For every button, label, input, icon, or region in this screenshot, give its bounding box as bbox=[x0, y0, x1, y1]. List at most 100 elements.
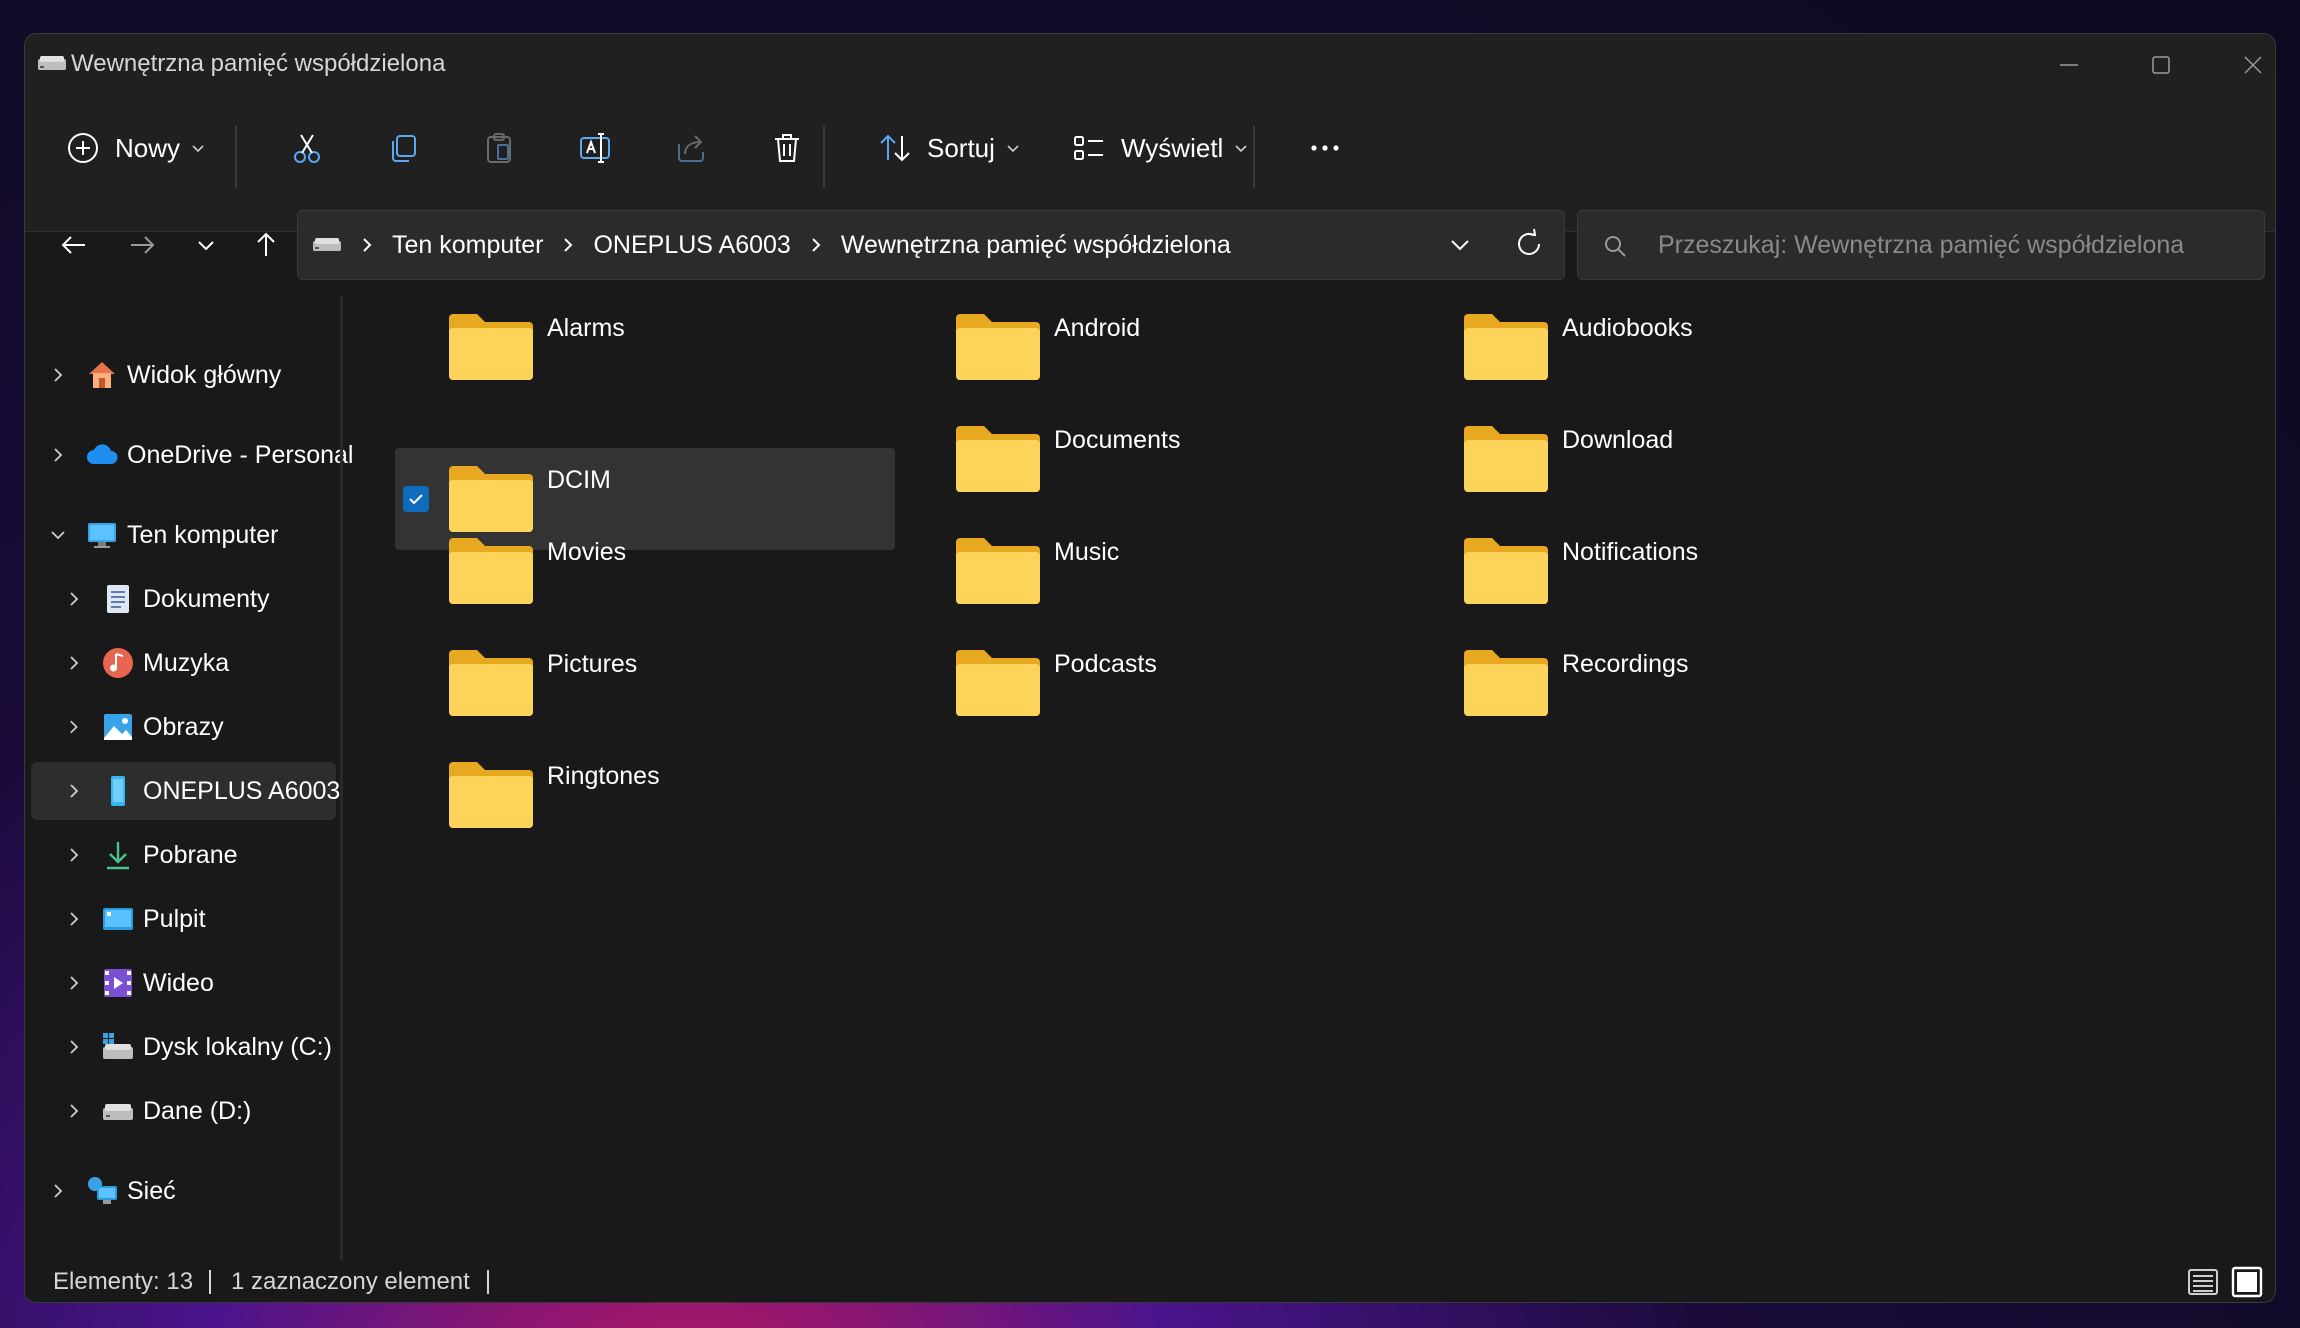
sidebar-item-documents[interactable]: Dokumenty bbox=[31, 570, 336, 628]
folder-item[interactable]: Podcasts bbox=[902, 632, 1402, 734]
video-icon bbox=[104, 969, 132, 997]
chevron-down-icon bbox=[1235, 145, 1247, 153]
address-dropdown-icon[interactable] bbox=[1444, 229, 1476, 261]
window-title: Wewnętrzna pamięć współdzielona bbox=[71, 50, 446, 77]
recent-locations-button[interactable] bbox=[181, 220, 231, 270]
folder-item[interactable]: Movies bbox=[395, 520, 895, 622]
delete-button[interactable] bbox=[769, 118, 805, 178]
selection-checkbox[interactable] bbox=[403, 486, 429, 512]
navigation-pane: Widok główny OneDrive - Personal Ten kom… bbox=[25, 296, 353, 1276]
folder-item[interactable]: Notifications bbox=[1410, 520, 1910, 622]
chevron-right-icon bbox=[70, 784, 79, 798]
toolbar-divider bbox=[823, 126, 825, 188]
sidebar-item-onedrive[interactable]: OneDrive - Personal bbox=[31, 426, 353, 484]
computer-icon bbox=[88, 523, 116, 548]
copy-button[interactable] bbox=[385, 118, 421, 178]
sidebar-item-oneplus[interactable]: ONEPLUS A6003 bbox=[31, 762, 340, 820]
rename-button[interactable] bbox=[577, 118, 613, 178]
status-divider bbox=[209, 1270, 211, 1294]
sidebar-item-pictures[interactable]: Obrazy bbox=[31, 698, 336, 756]
breadcrumb-item[interactable]: ONEPLUS A6003 bbox=[593, 231, 790, 260]
title-bar: Wewnętrzna pamięć współdzielona bbox=[25, 34, 2275, 96]
sidebar-item-videos[interactable]: Wideo bbox=[31, 954, 336, 1012]
search-input[interactable]: Przeszukaj: Wewnętrzna pamięć współdziel… bbox=[1577, 210, 2265, 280]
music-icon bbox=[103, 648, 133, 678]
share-icon bbox=[678, 135, 704, 162]
file-list: Alarms Android Audiobooks DCIM Documents… bbox=[365, 296, 2265, 1256]
folder-name: Music bbox=[1054, 538, 1120, 566]
pictures-icon bbox=[104, 714, 132, 740]
more-options-button[interactable] bbox=[1307, 118, 1343, 178]
folder-name: Ringtones bbox=[547, 762, 660, 790]
folder-name: Podcasts bbox=[1054, 650, 1157, 678]
folder-item[interactable]: Recordings bbox=[1410, 632, 1910, 734]
sidebar-item-data-d[interactable]: Dane (D:) bbox=[31, 1082, 336, 1140]
paste-button[interactable] bbox=[481, 118, 517, 178]
chevron-down-icon bbox=[192, 145, 204, 153]
close-icon bbox=[2244, 56, 2262, 74]
maximize-button[interactable] bbox=[2115, 34, 2207, 96]
folder-item[interactable]: Documents bbox=[902, 408, 1402, 510]
phone-icon bbox=[111, 776, 125, 806]
new-button[interactable]: Nowy bbox=[65, 118, 206, 178]
sort-button[interactable]: Sortuj bbox=[877, 118, 1021, 178]
sidebar-item-desktop[interactable]: Pulpit bbox=[31, 890, 336, 948]
folder-item[interactable]: Music bbox=[902, 520, 1402, 622]
chevron-right-icon bbox=[70, 848, 79, 862]
chevron-right-icon bbox=[70, 1040, 79, 1054]
back-button[interactable] bbox=[49, 220, 99, 270]
sort-icon bbox=[880, 134, 910, 162]
folder-item[interactable]: Pictures bbox=[395, 632, 895, 734]
sidebar-item-home[interactable]: Widok główny bbox=[31, 346, 336, 404]
folder-item[interactable]: Download bbox=[1410, 408, 1910, 510]
sidebar-item-label: Dysk lokalny (C:) bbox=[143, 1032, 332, 1061]
chevron-right-icon bbox=[70, 976, 79, 990]
folder-name: Audiobooks bbox=[1562, 314, 1693, 342]
details-view-icon[interactable] bbox=[2185, 1264, 2221, 1300]
folder-icon bbox=[956, 538, 1040, 604]
breadcrumb-item[interactable]: Ten komputer bbox=[392, 231, 543, 260]
forward-button[interactable] bbox=[117, 220, 167, 270]
share-button[interactable] bbox=[673, 118, 709, 178]
sidebar-item-label: Sieć bbox=[127, 1176, 176, 1205]
folder-item[interactable]: Audiobooks bbox=[1410, 296, 1910, 398]
folder-item[interactable]: Ringtones bbox=[395, 744, 895, 846]
refresh-icon[interactable] bbox=[1512, 227, 1546, 261]
minimize-button[interactable] bbox=[2023, 34, 2115, 96]
folder-name: Pictures bbox=[547, 650, 638, 678]
sidebar-item-this-pc[interactable]: Ten komputer bbox=[31, 506, 336, 564]
folder-icon bbox=[449, 314, 533, 380]
chevron-right-icon bbox=[70, 720, 78, 734]
sidebar-item-network[interactable]: Sieć bbox=[31, 1162, 336, 1220]
cut-button[interactable] bbox=[289, 118, 325, 178]
address-bar[interactable]: Ten komputer ONEPLUS A6003 Wewnętrzna pa… bbox=[297, 210, 1565, 280]
arrow-up-icon bbox=[257, 232, 275, 256]
checkmark-icon bbox=[409, 494, 423, 505]
drive-icon bbox=[313, 238, 341, 251]
folder-item[interactable]: Android bbox=[902, 296, 1402, 398]
view-button[interactable]: Wyświetl bbox=[1071, 118, 1249, 178]
drive-icon bbox=[38, 56, 66, 70]
chevron-right-icon bbox=[363, 238, 372, 252]
chevron-right-icon bbox=[54, 368, 63, 382]
selection-count: 1 zaznaczony element bbox=[231, 1268, 470, 1295]
sidebar-item-downloads[interactable]: Pobrane bbox=[31, 826, 336, 884]
folder-icon bbox=[449, 762, 533, 828]
trash-icon bbox=[775, 134, 799, 162]
up-button[interactable] bbox=[241, 220, 291, 270]
breadcrumb-item[interactable]: Wewnętrzna pamięć współdzielona bbox=[841, 231, 1231, 260]
sidebar-item-label: Muzyka bbox=[143, 648, 230, 677]
sidebar-item-local-disk-c[interactable]: Dysk lokalny (C:) bbox=[31, 1018, 336, 1076]
pane-splitter[interactable] bbox=[340, 296, 343, 1260]
large-icons-view-icon[interactable] bbox=[2229, 1264, 2265, 1300]
folder-icon bbox=[956, 426, 1040, 492]
sidebar-item-label: Dokumenty bbox=[143, 584, 270, 613]
arrow-right-icon bbox=[131, 236, 155, 254]
folder-item[interactable]: Alarms bbox=[395, 296, 895, 398]
close-button[interactable] bbox=[2207, 34, 2275, 96]
network-icon bbox=[88, 1177, 117, 1204]
toolbar-divider bbox=[235, 126, 237, 188]
status-divider bbox=[487, 1270, 489, 1294]
sidebar-item-music[interactable]: Muzyka bbox=[31, 634, 336, 692]
sidebar-item-label: ONEPLUS A6003 bbox=[143, 776, 341, 805]
